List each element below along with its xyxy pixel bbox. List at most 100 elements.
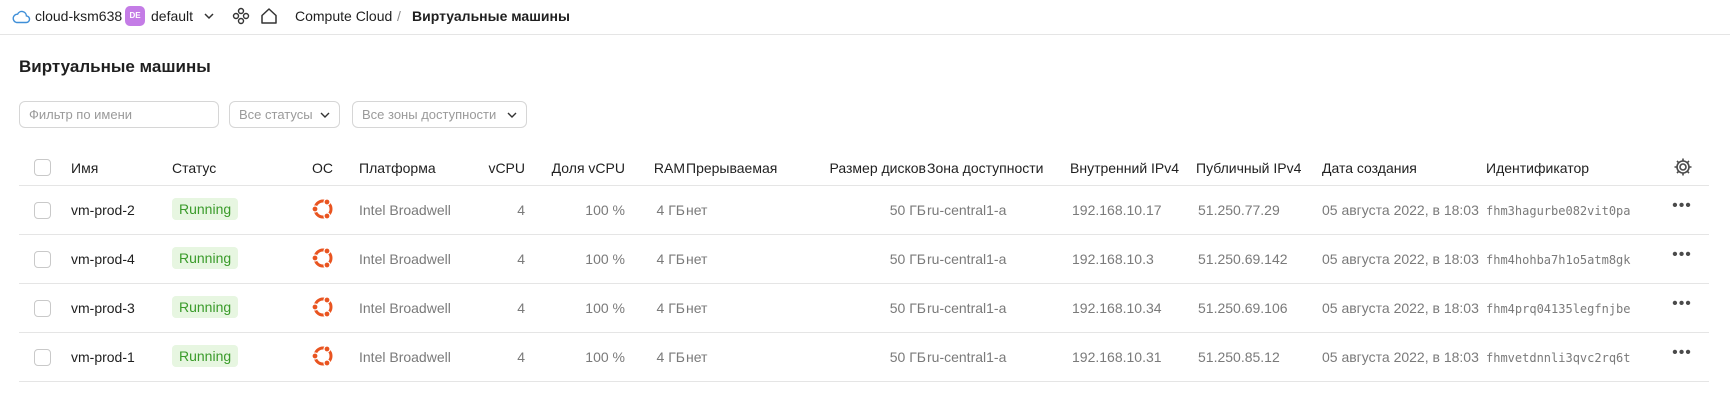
cloud-selector[interactable]: cloud-ksm638 xyxy=(35,7,122,25)
table-row[interactable]: vm-prod-4 Running Intel Broadwell 4 100 … xyxy=(19,235,1709,284)
zone: ru-central1-a xyxy=(927,300,1007,316)
more-actions-icon[interactable]: ••• xyxy=(1671,198,1693,218)
vm-id: fhm3hagurbe082vit0pa xyxy=(1486,204,1631,218)
ubuntu-icon xyxy=(311,345,333,367)
vcpu-share: 100 % xyxy=(585,349,625,365)
disk-size: 50 ГБ xyxy=(889,251,926,267)
vcpu: 4 xyxy=(517,251,525,267)
home-icon[interactable] xyxy=(259,6,279,26)
ram: 4 ГБ xyxy=(656,349,685,365)
column-header-internal-ip[interactable]: Внутренний IPv4 xyxy=(1070,159,1179,177)
status-badge: Running xyxy=(172,198,239,220)
ubuntu-icon xyxy=(311,247,333,269)
disk-size: 50 ГБ xyxy=(889,202,926,218)
ubuntu-icon xyxy=(311,296,333,318)
preemptible: нет xyxy=(686,202,708,218)
column-header-created[interactable]: Дата создания xyxy=(1322,159,1417,177)
vm-name[interactable]: vm-prod-3 xyxy=(71,299,135,317)
internal-ip: 192.168.10.17 xyxy=(1072,202,1162,218)
top-bar: cloud-ksm638 DE default Compute Cloud / … xyxy=(0,0,1730,35)
column-header-status[interactable]: Статус xyxy=(172,159,216,177)
vcpu: 4 xyxy=(517,300,525,316)
page-title: Виртуальные машины xyxy=(19,57,211,76)
platform: Intel Broadwell xyxy=(359,251,451,267)
status-badge: Running xyxy=(172,345,239,367)
ram: 4 ГБ xyxy=(656,251,685,267)
created-date: 05 августа 2022, в 18:03 xyxy=(1322,349,1479,365)
column-header-vcpu-share[interactable]: Доля vCPU xyxy=(535,159,625,177)
column-header-name[interactable]: Имя xyxy=(71,159,98,177)
column-header-vcpu[interactable]: vCPU xyxy=(475,159,525,177)
table-row[interactable]: vm-prod-1 Running Intel Broadwell 4 100 … xyxy=(19,333,1709,382)
chevron-down-icon xyxy=(320,112,330,118)
zone-filter-select[interactable]: Все зоны доступности xyxy=(352,101,527,128)
column-header-platform[interactable]: Платформа xyxy=(359,159,436,177)
zone: ru-central1-a xyxy=(927,202,1007,218)
vcpu-share: 100 % xyxy=(585,300,625,316)
name-filter-input[interactable] xyxy=(29,107,209,122)
breadcrumb-current: Виртуальные машины xyxy=(412,8,570,24)
column-header-ram[interactable]: RAM xyxy=(635,159,685,177)
chevron-down-icon[interactable] xyxy=(202,9,216,23)
table-header: Имя Статус ОС Платформа vCPU Доля vCPU R… xyxy=(19,150,1709,186)
preemptible: нет xyxy=(686,251,708,267)
more-actions-icon[interactable]: ••• xyxy=(1671,296,1693,316)
more-actions-icon[interactable]: ••• xyxy=(1671,247,1693,267)
vm-id: fhm4hohba7h1o5atm8gk xyxy=(1486,253,1631,267)
disk-size: 50 ГБ xyxy=(889,300,926,316)
column-header-os[interactable]: ОС xyxy=(312,159,333,177)
column-header-disk-size[interactable]: Размер дисков xyxy=(799,159,926,177)
status-badge: Running xyxy=(172,296,239,318)
row-checkbox[interactable] xyxy=(34,349,51,366)
ubuntu-icon xyxy=(311,198,333,220)
gear-icon[interactable] xyxy=(1673,157,1693,177)
zone-filter-label: Все зоны доступности xyxy=(362,107,497,122)
more-actions-icon[interactable]: ••• xyxy=(1671,345,1693,365)
internal-ip: 192.168.10.34 xyxy=(1072,300,1162,316)
status-badge: Running xyxy=(172,247,239,269)
public-ip: 51.250.77.29 xyxy=(1198,202,1280,218)
vm-name[interactable]: vm-prod-2 xyxy=(71,201,135,219)
chevron-down-icon xyxy=(507,112,517,118)
zone: ru-central1-a xyxy=(927,349,1007,365)
folder-selector[interactable]: default xyxy=(151,7,193,25)
platform: Intel Broadwell xyxy=(359,300,451,316)
public-ip: 51.250.85.12 xyxy=(1198,349,1280,365)
zone: ru-central1-a xyxy=(927,251,1007,267)
vm-id: fhmvetdnnli3qvc2rq6t xyxy=(1486,351,1631,365)
row-checkbox[interactable] xyxy=(34,251,51,268)
column-header-preemptible[interactable]: Прерываемая xyxy=(686,159,777,177)
created-date: 05 августа 2022, в 18:03 xyxy=(1322,300,1479,316)
breadcrumb-compute-cloud[interactable]: Compute Cloud xyxy=(295,7,392,25)
internal-ip: 192.168.10.31 xyxy=(1072,349,1162,365)
disk-size: 50 ГБ xyxy=(889,349,926,365)
public-ip: 51.250.69.142 xyxy=(1198,251,1288,267)
column-header-zone[interactable]: Зона доступности xyxy=(927,159,1044,177)
vm-name[interactable]: vm-prod-1 xyxy=(71,348,135,366)
cloud-icon xyxy=(11,8,31,26)
row-checkbox[interactable] xyxy=(34,202,51,219)
status-filter-select[interactable]: Все статусы xyxy=(229,101,340,128)
ram: 4 ГБ xyxy=(656,202,685,218)
column-header-id[interactable]: Идентификатор xyxy=(1486,159,1589,177)
internal-ip: 192.168.10.3 xyxy=(1072,251,1154,267)
select-all-checkbox[interactable] xyxy=(34,159,51,176)
public-ip: 51.250.69.106 xyxy=(1198,300,1288,316)
vm-name[interactable]: vm-prod-4 xyxy=(71,250,135,268)
table-row[interactable]: vm-prod-2 Running Intel Broadwell 4 100 … xyxy=(19,186,1709,235)
status-filter-label: Все статусы xyxy=(239,107,313,122)
platform: Intel Broadwell xyxy=(359,202,451,218)
folder-avatar: DE xyxy=(125,6,145,26)
breadcrumb-separator: / xyxy=(397,8,401,24)
vm-id: fhm4prq04135legfnjbe xyxy=(1486,302,1631,316)
preemptible: нет xyxy=(686,349,708,365)
vcpu: 4 xyxy=(517,202,525,218)
table-row[interactable]: vm-prod-3 Running Intel Broadwell 4 100 … xyxy=(19,284,1709,333)
row-checkbox[interactable] xyxy=(34,300,51,317)
column-header-public-ip[interactable]: Публичный IPv4 xyxy=(1196,159,1301,177)
platform: Intel Broadwell xyxy=(359,349,451,365)
vcpu-share: 100 % xyxy=(585,202,625,218)
services-icon[interactable] xyxy=(232,7,250,25)
name-filter[interactable] xyxy=(19,101,219,128)
vcpu: 4 xyxy=(517,349,525,365)
